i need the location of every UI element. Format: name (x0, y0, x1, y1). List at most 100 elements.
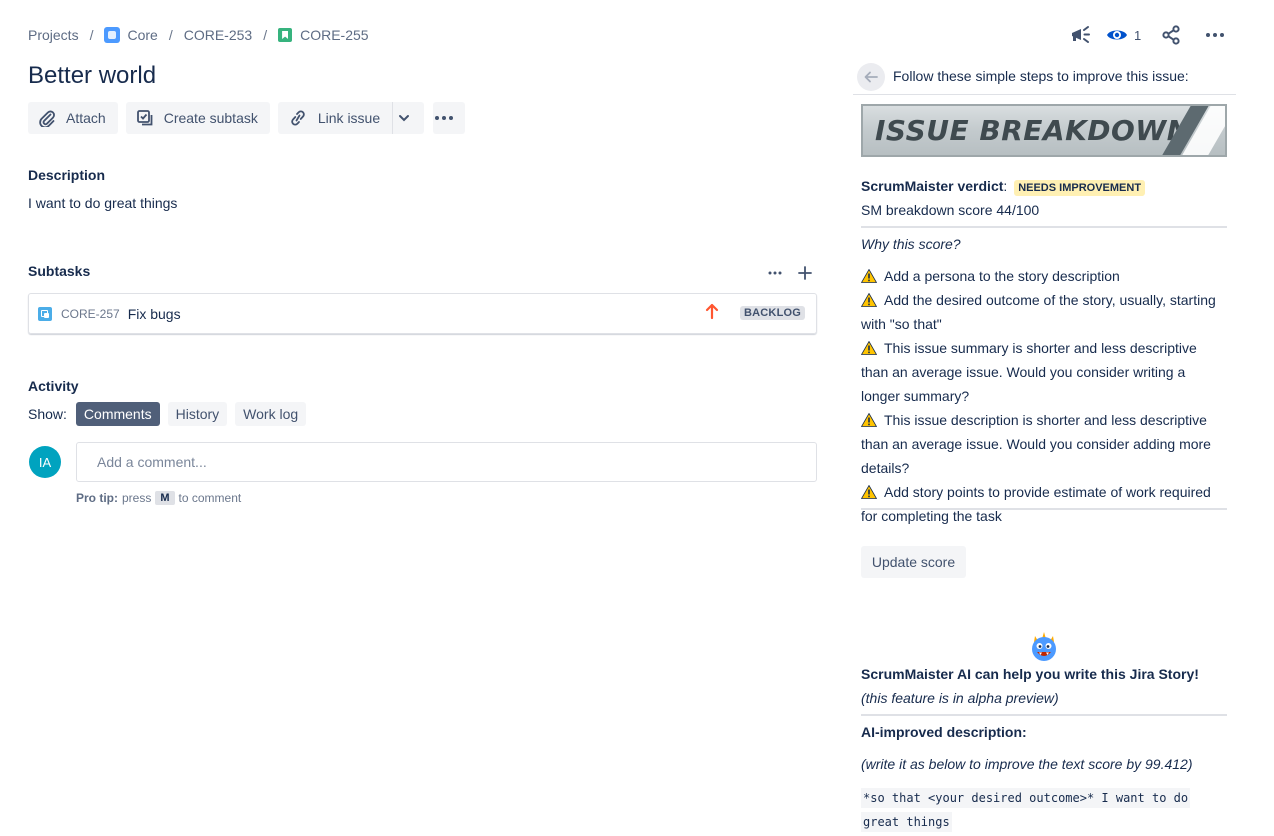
feedback-button[interactable] (1066, 22, 1094, 48)
breadcrumb: Projects / Core / CORE-253 / CORE-255 (28, 24, 369, 46)
monster-mascot-icon (1032, 632, 1056, 661)
recommendation-text: Add the desired outcome of the story, us… (861, 292, 1216, 332)
subtask-icon (136, 110, 153, 126)
recommendation-text: Add a persona to the story description (884, 268, 1120, 284)
subtasks-more-button[interactable] (763, 262, 787, 284)
breadcrumb-project[interactable]: Core (104, 27, 158, 43)
more-horizontal-icon (1206, 33, 1225, 37)
ai-improve-note: (write it as below to improve the text s… (861, 756, 1193, 772)
tab-history[interactable]: History (167, 402, 228, 426)
subtask-key[interactable]: CORE-257 (61, 307, 120, 321)
subtask-row[interactable]: CORE-257 Fix bugs BACKLOG (28, 293, 817, 334)
comment-input[interactable]: Add a comment... (76, 442, 817, 482)
arrow-left-icon (864, 71, 878, 83)
pro-tip-pre: press (122, 491, 152, 505)
recommendation-text: This issue description is shorter and le… (861, 412, 1211, 476)
issue-header-actions: 1 (1066, 22, 1229, 48)
priority-high-icon (704, 302, 720, 323)
watch-button[interactable]: 1 (1106, 27, 1141, 43)
link-issue-dropdown[interactable] (392, 102, 425, 134)
attach-button[interactable]: Attach (28, 102, 118, 134)
panel-divider (861, 226, 1227, 228)
subtask-type-icon (38, 306, 52, 321)
eye-icon (1107, 30, 1127, 40)
ai-improved-description-text: *so that <your desired outcome>* I want … (861, 788, 1191, 832)
story-icon (278, 28, 293, 42)
breadcrumb-current-issue[interactable]: CORE-255 (278, 27, 369, 43)
verdict-badge: NEEDS IMPROVEMENT (1014, 180, 1146, 196)
list-item: This issue description is shorter and le… (861, 408, 1227, 480)
pro-tip-label: Pro tip: (76, 491, 118, 505)
avatar[interactable]: IA (29, 446, 61, 478)
verdict-label: ScrumMaister verdict (861, 178, 1004, 194)
panel-back-button[interactable] (857, 63, 885, 91)
chevron-down-icon (398, 115, 409, 122)
breadcrumb-parent-issue[interactable]: CORE-253 (184, 27, 252, 43)
recommendation-list: Add a persona to the story description A… (861, 264, 1227, 528)
pro-tip: Pro tip: press M to comment (76, 491, 241, 505)
breadcrumb-current-label: CORE-255 (300, 27, 369, 43)
issue-toolbar: Attach Create subtask Link issue (28, 102, 466, 134)
pro-tip-key: M (155, 491, 175, 505)
warning-icon (861, 269, 877, 283)
breadcrumb-projects[interactable]: Projects (28, 27, 79, 43)
panel-divider (861, 714, 1227, 716)
subtask-status-badge[interactable]: BACKLOG (740, 306, 806, 320)
add-subtask-button[interactable] (793, 262, 817, 284)
breadcrumb-separator: / (168, 27, 173, 43)
tab-work-log[interactable]: Work log (235, 402, 307, 426)
breadcrumb-separator: / (263, 27, 268, 43)
description-text[interactable]: I want to do great things (28, 195, 177, 211)
link-issue-label: Link issue (317, 110, 381, 126)
breakdown-score: SM breakdown score 44/100 (861, 202, 1040, 218)
attach-label: Attach (66, 110, 106, 126)
subtask-summary[interactable]: Fix bugs (128, 306, 181, 322)
verdict-line: ScrumMaister verdict: NEEDS IMPROVEMENT (861, 174, 1146, 200)
link-issue-group: Link issue (277, 102, 425, 134)
ai-description-label: AI-improved description: (861, 724, 1027, 740)
link-issue-button[interactable]: Link issue (277, 102, 393, 134)
panel-divider (853, 94, 1236, 95)
create-subtask-label: Create subtask (163, 110, 258, 126)
more-actions-button[interactable] (1201, 22, 1229, 48)
share-icon (1162, 25, 1180, 45)
ai-heading: ScrumMaister AI can help you write this … (861, 666, 1199, 682)
panel-divider (861, 508, 1227, 510)
panel-intro: Follow these simple steps to improve thi… (893, 68, 1189, 84)
plus-icon (798, 266, 812, 280)
megaphone-icon (1072, 26, 1090, 43)
tab-comments[interactable]: Comments (75, 402, 160, 426)
update-score-button[interactable]: Update score (861, 546, 966, 578)
list-item: Add the desired outcome of the story, us… (861, 288, 1227, 336)
project-avatar-icon (104, 27, 121, 43)
recommendation-text: This issue summary is shorter and less d… (861, 340, 1197, 404)
create-subtask-button[interactable]: Create subtask (125, 102, 270, 134)
warning-icon (861, 485, 877, 499)
list-item: Add story points to provide estimate of … (861, 480, 1227, 528)
activity-heading: Activity (28, 378, 79, 394)
activity-show-label: Show: (28, 406, 67, 422)
issue-title[interactable]: Better world (28, 62, 156, 90)
activity-filter: Show: Comments History Work log (28, 402, 314, 426)
warning-icon (861, 341, 877, 355)
more-horizontal-icon (435, 116, 454, 120)
recommendation-text: Add story points to provide estimate of … (861, 484, 1211, 524)
breadcrumb-project-label: Core (127, 27, 158, 43)
issue-breakdown-banner: ISSUE BREAKDOWN (861, 104, 1227, 157)
watcher-count: 1 (1134, 27, 1142, 43)
ai-improved-description[interactable]: *so that <your desired outcome>* I want … (861, 786, 1227, 834)
pro-tip-post: to comment (178, 491, 242, 505)
breadcrumb-separator: / (89, 27, 94, 43)
subtasks-heading: Subtasks (28, 263, 91, 279)
verdict-colon: : (1003, 178, 1008, 194)
more-horizontal-icon (768, 271, 782, 275)
description-heading: Description (28, 167, 106, 183)
toolbar-more-button[interactable] (433, 102, 466, 134)
warning-icon (861, 413, 877, 427)
link-icon (291, 110, 305, 126)
share-button[interactable] (1157, 22, 1185, 48)
warning-icon (861, 293, 877, 307)
subtasks-actions (763, 262, 817, 284)
list-item: Add a persona to the story description (861, 264, 1227, 288)
banner-title: ISSUE BREAKDOWN (875, 114, 1191, 147)
